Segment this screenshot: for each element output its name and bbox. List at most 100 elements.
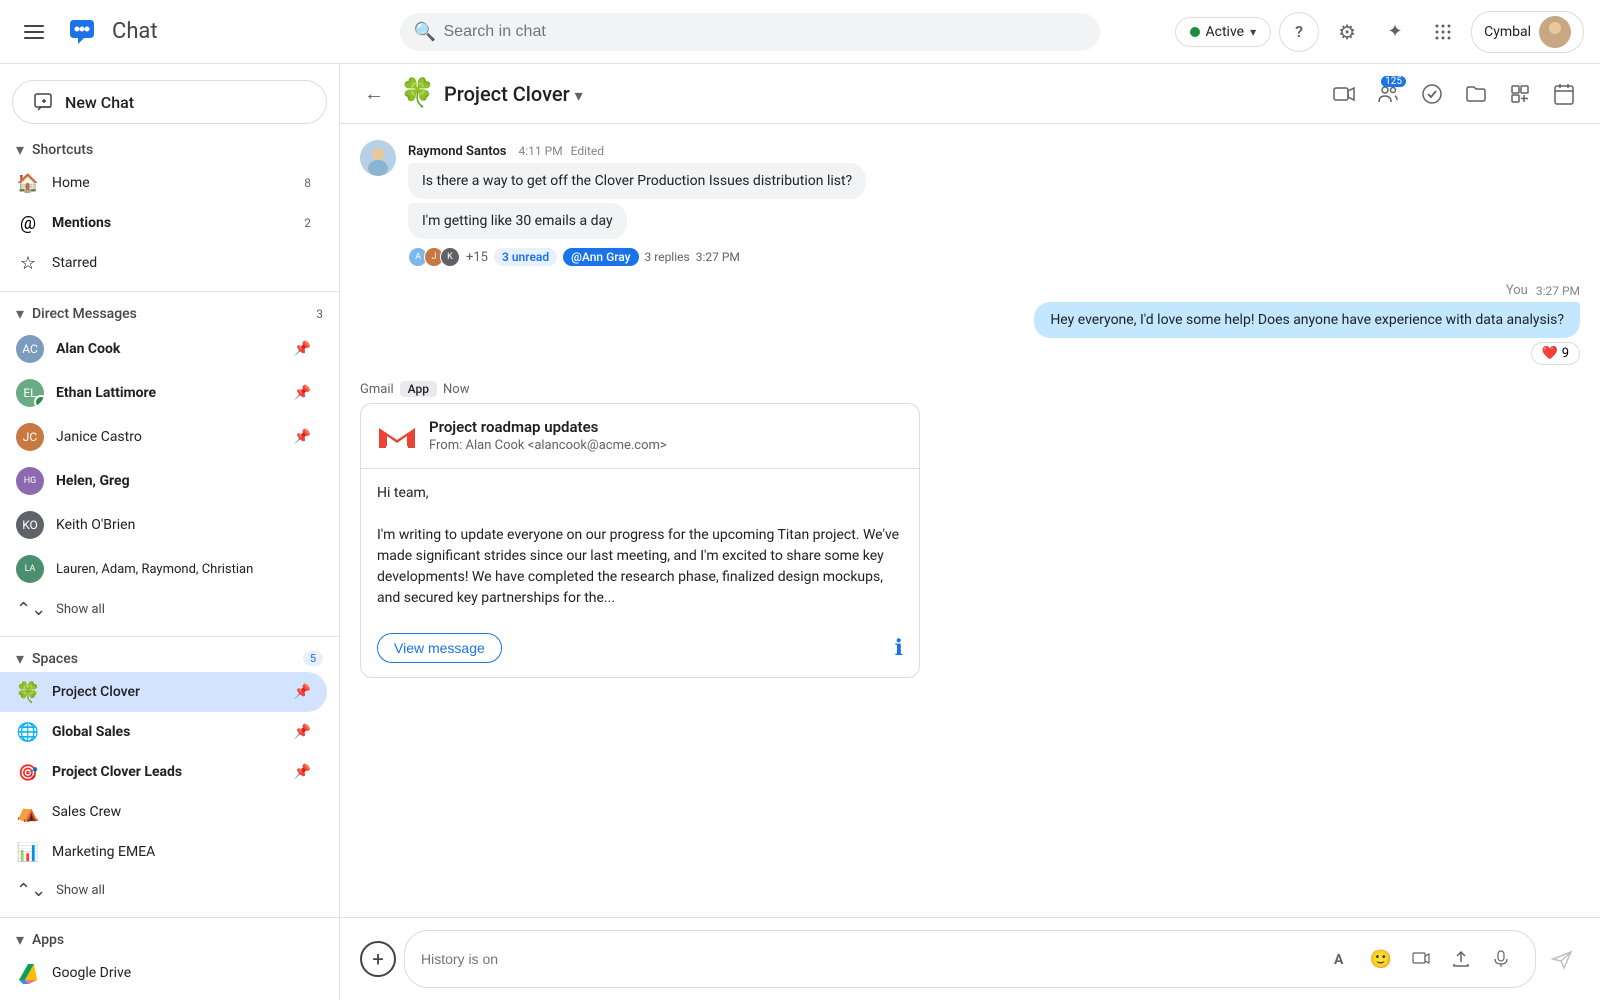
send-button[interactable] (1544, 941, 1580, 977)
help-button[interactable]: ? (1279, 12, 1319, 52)
show-all-dm[interactable]: ⌃⌄ Show all (0, 591, 339, 628)
avatar-keith: KO (16, 511, 44, 539)
avatar-helen-greg: HG (16, 467, 44, 495)
new-chat-button[interactable]: New Chat (12, 80, 327, 124)
show-all-spaces[interactable]: ⌃⌄ Show all (0, 872, 339, 909)
sidebar-item-google-drive[interactable]: Google Drive (0, 953, 327, 993)
sidebar-item-home[interactable]: 🏠 Home 8 (0, 163, 327, 203)
janice-castro-label: Janice Castro (56, 429, 290, 445)
search-input[interactable] (400, 13, 1100, 51)
thread-preview: A J K +15 3 unread @Ann Gray 3 replies 3… (408, 247, 1580, 267)
mentions-icon: @ (16, 211, 40, 235)
mic-icon (1492, 950, 1510, 968)
more-button[interactable] (1544, 74, 1584, 114)
add-button[interactable]: + (360, 941, 396, 977)
sidebar-item-starred[interactable]: ☆ Starred (0, 243, 327, 283)
input-area: + A 🙂 (340, 917, 1600, 1000)
new-chat-icon (33, 91, 55, 113)
sidebar-item-ethan-lattimore[interactable]: EL Ethan Lattimore 📌 (0, 371, 327, 415)
starred-icon: ☆ (16, 251, 40, 275)
apps-button[interactable] (1423, 12, 1463, 52)
members-button[interactable]: 125 (1368, 74, 1408, 114)
search-icon: 🔍 (414, 21, 436, 42)
starred-label: Starred (52, 255, 311, 271)
sparkle-button[interactable]: ✦ (1375, 12, 1415, 52)
tasks-button[interactable] (1412, 74, 1452, 114)
sidebar-item-sales-crew[interactable]: ⛺ Sales Crew (0, 792, 327, 832)
status-dot (1190, 27, 1200, 37)
own-sender: You (1506, 283, 1528, 298)
avatar-raymond-img (360, 140, 396, 176)
spaces-section-header[interactable]: ▾ Spaces 5 (0, 645, 339, 672)
video-call-button[interactable] (1324, 74, 1364, 114)
messages-area: Raymond Santos 4:11 PM Edited Is there a… (340, 124, 1600, 917)
spaces-title: Spaces (32, 651, 78, 667)
gmail-card-footer: View message ℹ (361, 623, 919, 677)
dm-section-header[interactable]: ▾ Direct Messages 3 (0, 300, 339, 327)
sidebar-item-alan-cook[interactable]: AC Alan Cook 📌 (0, 327, 327, 371)
shortcuts-section-header[interactable]: ▾ Shortcuts (0, 136, 339, 163)
sidebar-item-mentions[interactable]: @ Mentions 2 (0, 203, 327, 243)
settings-button[interactable]: ⚙ (1327, 12, 1367, 52)
sidebar-item-janice-castro[interactable]: JC Janice Castro 📌 (0, 415, 327, 459)
input-actions: A 🙂 (1323, 941, 1519, 977)
sidebar-item-jira[interactable]: ◆ Jira (0, 993, 327, 1000)
dm-title: Direct Messages (32, 306, 137, 322)
project-clover-icon: 🍀 (16, 680, 40, 704)
voice-button[interactable] (1483, 941, 1519, 977)
emoji-button[interactable]: 🙂 (1363, 941, 1399, 977)
avatar-raymond (360, 140, 396, 176)
format-text-button[interactable]: A (1323, 941, 1359, 977)
gmail-app-label: App (400, 381, 437, 397)
chat-title: Project Clover ▾ (444, 82, 1316, 106)
pin-icon-clover: 📌 (294, 684, 311, 700)
mentions-label: Mentions (52, 215, 300, 231)
pin-icon-global: 📌 (294, 724, 311, 740)
pin-icon-alan: 📌 (294, 341, 311, 357)
helen-greg-label: Helen, Greg (56, 473, 311, 489)
spaces-collapse-icon: ▾ (16, 649, 24, 668)
thread-unread-badge[interactable]: 3 unread (494, 248, 557, 266)
raymond-sender: Raymond Santos (408, 144, 507, 159)
chat-title-text: Project Clover (444, 82, 570, 106)
message-group-raymond: Raymond Santos 4:11 PM Edited Is there a… (360, 140, 1580, 267)
avatar-image (1539, 16, 1571, 48)
sidebar-item-group[interactable]: LA Lauren, Adam, Raymond, Christian (0, 547, 327, 591)
raymond-time: 4:11 PM (518, 144, 562, 158)
hamburger-icon[interactable] (16, 17, 52, 47)
ethan-lattimore-label: Ethan Lattimore (56, 385, 290, 401)
raymond-edited: Edited (571, 144, 604, 158)
upload-button[interactable] (1443, 941, 1479, 977)
files-button[interactable] (1456, 74, 1496, 114)
reaction-heart[interactable]: ❤️ 9 (1531, 342, 1581, 365)
grid-icon (1433, 22, 1453, 42)
sidebar-divider-1 (0, 291, 339, 292)
view-message-button[interactable]: View message (377, 633, 502, 663)
account-button[interactable]: Cymbal (1471, 11, 1584, 53)
show-all-spaces-label: Show all (56, 883, 105, 898)
reaction-count: 9 (1562, 346, 1569, 361)
own-time: 3:27 PM (1536, 284, 1580, 298)
sidebar-item-global-sales[interactable]: 🌐 Global Sales 📌 (0, 712, 327, 752)
sidebar-item-project-clover[interactable]: 🍀 Project Clover 📌 (0, 672, 327, 712)
sidebar-item-clover-leads[interactable]: 🎯 Project Clover Leads 📌 (0, 752, 327, 792)
dm-collapse-icon: ▾ (16, 304, 24, 323)
own-bubble: Hey everyone, I'd love some help! Does a… (1034, 302, 1580, 338)
apps-collapse-icon: ▾ (16, 930, 24, 949)
video-icon (1332, 82, 1356, 106)
topbar: Chat 🔍 Active ▾ ? ⚙ ✦ Cymbal (0, 0, 1600, 64)
chat-title-caret[interactable]: ▾ (575, 86, 583, 105)
integrations-button[interactable] (1500, 74, 1540, 114)
clover-leads-icon: 🎯 (16, 760, 40, 784)
apps-section-header[interactable]: ▾ Apps (0, 926, 339, 953)
status-button[interactable]: Active ▾ (1175, 17, 1272, 47)
video-preview-button[interactable] (1403, 941, 1439, 977)
sidebar-item-keith[interactable]: KO Keith O'Brien (0, 503, 327, 547)
global-sales-icon: 🌐 (16, 720, 40, 744)
info-icon[interactable]: ℹ (895, 636, 903, 661)
sidebar-item-helen-greg[interactable]: HG Helen, Greg (0, 459, 327, 503)
back-button[interactable]: ← (356, 73, 392, 114)
sidebar-item-marketing-emea[interactable]: 📊 Marketing EMEA (0, 832, 327, 872)
avatar-alan-cook: AC (16, 335, 44, 363)
message-input[interactable] (421, 951, 1323, 967)
